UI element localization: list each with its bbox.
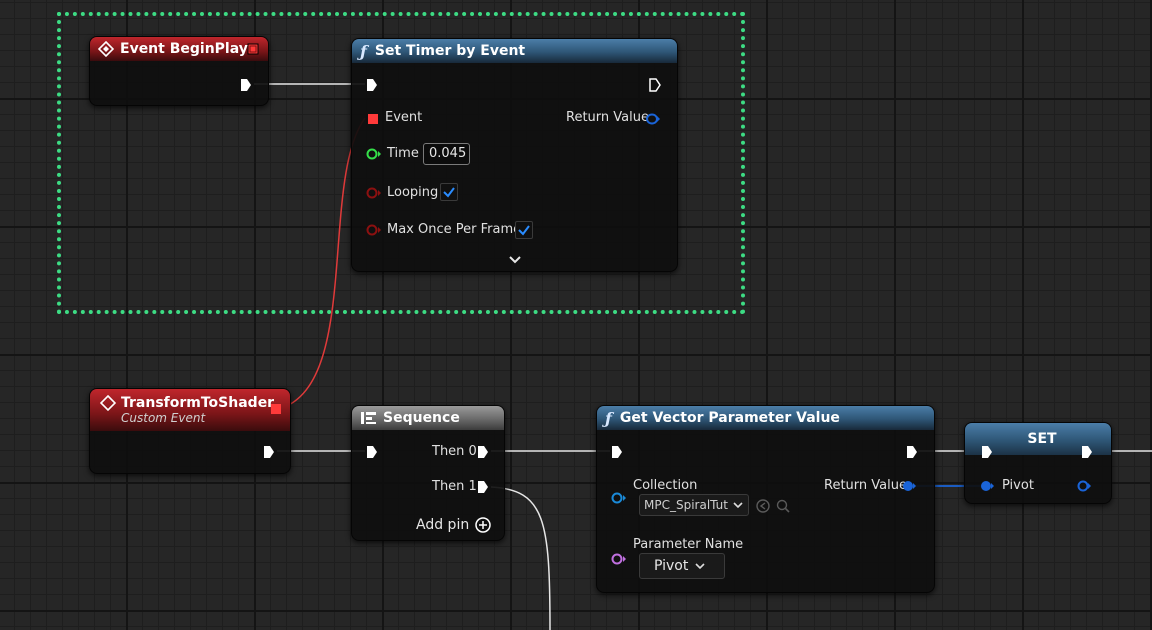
get-vector-param-header[interactable]: ƒ Get Vector Parameter Value bbox=[597, 406, 934, 430]
custom-event-subtitle: Custom Event bbox=[121, 411, 206, 425]
collection-value: MPC_SpiralTuto bbox=[644, 498, 728, 512]
use-selected-asset-icon[interactable] bbox=[756, 499, 770, 513]
return-value-label: Return Value bbox=[566, 110, 649, 125]
add-pin-button[interactable]: Add pin bbox=[416, 517, 491, 533]
function-f-icon: ƒ bbox=[605, 408, 612, 428]
collection-dropdown[interactable]: MPC_SpiralTuto bbox=[639, 494, 749, 516]
return-value-label: Return Value bbox=[824, 478, 907, 493]
function-f-icon: ƒ bbox=[360, 41, 367, 61]
browse-asset-search-icon[interactable] bbox=[776, 499, 790, 513]
exec-output-pin[interactable] bbox=[1081, 445, 1093, 459]
pivot-label: Pivot bbox=[1002, 478, 1034, 493]
event-delegate-pin[interactable] bbox=[367, 113, 379, 125]
exec-output-pin[interactable] bbox=[263, 445, 275, 459]
set-timer-node[interactable]: ƒ Set Timer by Event Event Return Value … bbox=[351, 38, 678, 272]
exec-output-pin[interactable] bbox=[906, 445, 918, 459]
sequence-title: Sequence bbox=[383, 410, 460, 426]
parameter-name-label: Parameter Name bbox=[633, 537, 744, 552]
then1-label: Then 1 bbox=[432, 479, 477, 494]
diamond-event-icon bbox=[98, 41, 114, 57]
chevron-down-icon[interactable] bbox=[508, 254, 522, 266]
collection-label: Collection bbox=[633, 478, 698, 493]
delegate-output-pin[interactable] bbox=[270, 403, 282, 415]
checkmark-icon bbox=[443, 187, 455, 198]
then0-label: Then 0 bbox=[432, 444, 477, 459]
exec-output-pin[interactable] bbox=[649, 78, 661, 92]
delegate-output-pin[interactable] bbox=[247, 43, 259, 55]
pivot-input-pin[interactable] bbox=[980, 480, 994, 492]
sequence-header[interactable]: Sequence bbox=[352, 406, 504, 430]
exec-input-pin[interactable] bbox=[366, 445, 378, 459]
get-vector-param-node[interactable]: ƒ Get Vector Parameter Value Collection … bbox=[596, 405, 935, 593]
return-value-vector-pin[interactable] bbox=[902, 480, 916, 492]
time-label: Time bbox=[387, 146, 419, 161]
exec-input-pin[interactable] bbox=[366, 78, 378, 92]
set-timer-title: Set Timer by Event bbox=[374, 43, 526, 59]
transform-to-shader-node[interactable]: TransformToShader Custom Event bbox=[89, 388, 291, 474]
plus-circle-icon bbox=[475, 517, 491, 533]
parameter-name-pin[interactable] bbox=[611, 553, 627, 565]
parameter-name-dropdown[interactable]: Pivot bbox=[639, 553, 725, 579]
exec-input-pin[interactable] bbox=[981, 445, 993, 459]
return-value-pin[interactable] bbox=[646, 113, 660, 125]
looping-bool-pin[interactable] bbox=[366, 187, 382, 199]
time-input[interactable]: 0.045 bbox=[423, 143, 470, 165]
set-variable-title: SET bbox=[1027, 431, 1057, 447]
looping-checkbox[interactable] bbox=[440, 183, 458, 201]
transform-to-shader-title: TransformToShader bbox=[121, 395, 275, 411]
then1-exec-pin[interactable] bbox=[477, 480, 489, 494]
checkmark-icon bbox=[518, 225, 530, 236]
chevron-down-icon bbox=[733, 502, 743, 509]
max-once-checkbox[interactable] bbox=[515, 221, 533, 239]
time-float-pin[interactable] bbox=[366, 148, 382, 160]
then0-exec-pin[interactable] bbox=[477, 445, 489, 459]
event-label: Event bbox=[385, 110, 423, 125]
add-pin-label: Add pin bbox=[416, 517, 470, 533]
exec-input-pin[interactable] bbox=[611, 445, 623, 459]
set-variable-node[interactable]: SET Pivot bbox=[964, 422, 1112, 504]
diamond-event-icon bbox=[100, 395, 116, 411]
event-beginplay-title: Event BeginPlay bbox=[120, 41, 248, 57]
get-vector-param-title: Get Vector Parameter Value bbox=[619, 410, 840, 426]
chevron-down-icon bbox=[695, 563, 705, 570]
exec-output-pin[interactable] bbox=[240, 78, 252, 92]
sequence-icon bbox=[361, 412, 376, 424]
max-once-bool-pin[interactable] bbox=[366, 224, 382, 236]
max-once-label: Max Once Per Frame bbox=[387, 222, 522, 237]
collection-object-pin[interactable] bbox=[611, 492, 627, 504]
event-beginplay-node[interactable]: Event BeginPlay bbox=[89, 36, 269, 106]
transform-to-shader-header[interactable]: TransformToShader Custom Event bbox=[90, 389, 290, 431]
pivot-output-pin[interactable] bbox=[1077, 480, 1091, 492]
sequence-node[interactable]: Sequence Then 0 Then 1 Add pin bbox=[351, 405, 505, 541]
event-beginplay-header[interactable]: Event BeginPlay bbox=[90, 37, 268, 61]
set-timer-header[interactable]: ƒ Set Timer by Event bbox=[352, 39, 677, 63]
looping-label: Looping bbox=[387, 185, 439, 200]
parameter-name-value: Pivot bbox=[654, 558, 689, 574]
